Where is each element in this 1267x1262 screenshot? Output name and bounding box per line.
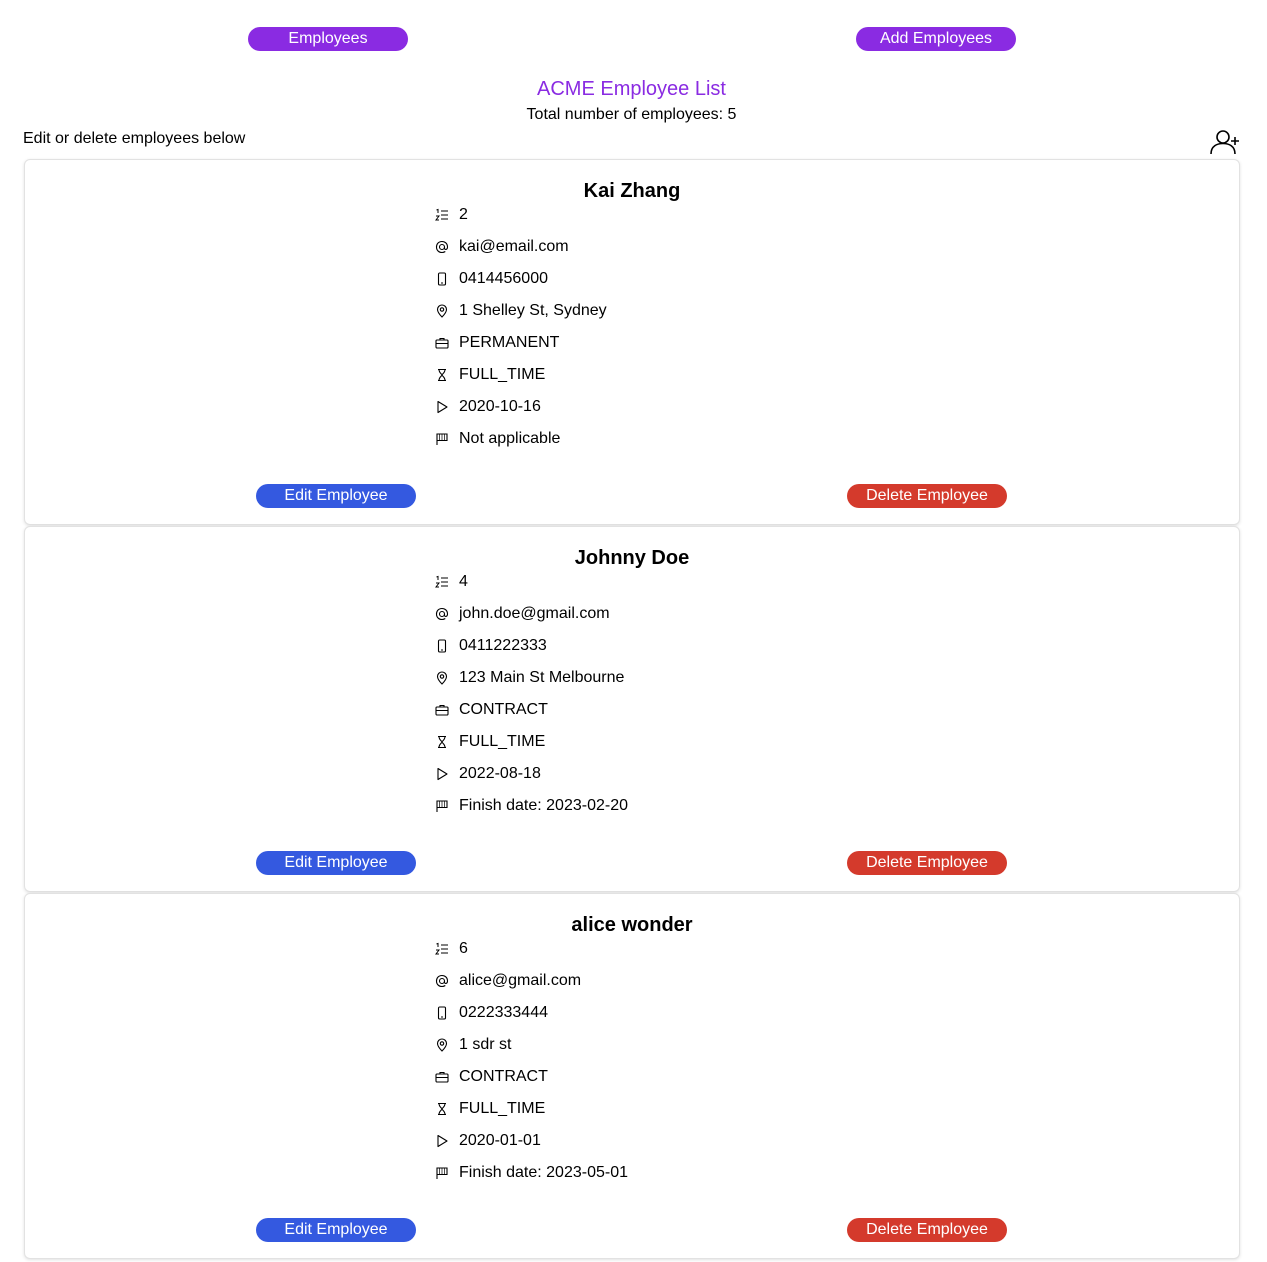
employee-address: 123 Main St Melbourne [459,669,625,686]
employee-details: 2 kai@email.com 0414456000 1 Shelley St,… [435,205,607,461]
employee-hours: FULL_TIME [459,733,546,750]
briefcase-icon [435,1070,449,1084]
instructions-text: Edit or delete employees below [23,130,246,147]
map-pin-icon [435,671,449,685]
employee-address-row: 1 Shelley St, Sydney [435,295,607,327]
hourglass-icon [435,735,449,749]
employee-email: john.doe@gmail.com [459,605,610,622]
employee-start-row: 2022-08-18 [435,758,628,790]
employee-email: kai@email.com [459,238,569,255]
employee-finish-date: Finish date: 2023-02-20 [459,797,628,814]
employee-finish-date: Not applicable [459,430,561,447]
edit-employee-button[interactable]: Edit Employee [256,484,416,508]
mobile-phone-icon [435,272,449,286]
employee-card: alice wonder 6 alice@gmail.com 022233344… [24,893,1240,1259]
employee-card: Johnny Doe 4 john.doe@gmail.com 04112223… [24,526,1240,892]
employee-finish-row: Finish date: 2023-05-01 [435,1157,628,1189]
employee-name: Kai Zhang [583,180,681,202]
employee-phone: 0414456000 [459,270,548,287]
employee-id: 4 [459,573,468,590]
employee-address-row: 1 sdr st [435,1029,628,1061]
employee-start-date: 2020-10-16 [459,398,541,415]
employee-start-date: 2022-08-18 [459,765,541,782]
map-pin-icon [435,1038,449,1052]
flag-icon [435,799,449,813]
delete-employee-button[interactable]: Delete Employee [847,851,1007,875]
play-icon [435,400,449,414]
employee-phone: 0222333444 [459,1004,548,1021]
hourglass-icon [435,368,449,382]
map-pin-icon [435,304,449,318]
employee-email-row: john.doe@gmail.com [435,598,628,630]
employee-finish-date: Finish date: 2023-05-01 [459,1164,628,1181]
employee-phone: 0411222333 [459,637,547,654]
hourglass-icon [435,1102,449,1116]
employee-start-row: 2020-01-01 [435,1125,628,1157]
employee-hours-row: FULL_TIME [435,359,607,391]
briefcase-icon [435,703,449,717]
mobile-phone-icon [435,639,449,653]
employee-card: Kai Zhang 2 kai@email.com 0414456000 1 S… [24,159,1240,525]
page-title: ACME Employee List [537,78,726,100]
employee-details: 6 alice@gmail.com 0222333444 1 sdr st CO… [435,939,628,1195]
employee-phone-row: 0414456000 [435,263,607,295]
employee-name: Johnny Doe [574,547,690,569]
delete-employee-button[interactable]: Delete Employee [847,484,1007,508]
employee-card-list: Kai Zhang 2 kai@email.com 0414456000 1 S… [24,159,1240,1260]
employee-hours: FULL_TIME [459,1100,546,1117]
employee-id-row: 4 [435,566,628,598]
employee-hours-row: FULL_TIME [435,726,628,758]
employee-email-row: kai@email.com [435,231,607,263]
employee-address: 1 sdr st [459,1036,512,1053]
employee-finish-row: Not applicable [435,423,607,455]
employee-contract: PERMANENT [459,334,560,351]
at-sign-icon [435,607,449,621]
employees-nav-button[interactable]: Employees [248,27,408,51]
edit-employee-button[interactable]: Edit Employee [256,1218,416,1242]
mobile-phone-icon [435,1006,449,1020]
employee-contract-row: PERMANENT [435,327,607,359]
user-plus-icon[interactable] [1208,128,1242,156]
employee-contract: CONTRACT [459,701,548,718]
at-sign-icon [435,974,449,988]
employee-finish-row: Finish date: 2023-02-20 [435,790,628,822]
delete-employee-button[interactable]: Delete Employee [847,1218,1007,1242]
employee-contract: CONTRACT [459,1068,548,1085]
employee-id-row: 6 [435,933,628,965]
employee-email: alice@gmail.com [459,972,582,989]
employee-start-date: 2020-01-01 [459,1132,541,1149]
employee-email-row: alice@gmail.com [435,965,628,997]
employee-details: 4 john.doe@gmail.com 0411222333 123 Main… [435,572,628,828]
briefcase-icon [435,336,449,350]
edit-employee-button[interactable]: Edit Employee [256,851,416,875]
employee-contract-row: CONTRACT [435,694,628,726]
employee-hours: FULL_TIME [459,366,546,383]
flag-icon [435,1166,449,1180]
employee-address: 1 Shelley St, Sydney [459,302,607,319]
at-sign-icon [435,240,449,254]
flag-icon [435,432,449,446]
add-employees-nav-button[interactable]: Add Employees [856,27,1016,51]
employee-id: 2 [459,206,468,223]
employee-address-row: 123 Main St Melbourne [435,662,628,694]
numbered-list-icon [435,208,449,222]
employee-contract-row: CONTRACT [435,1061,628,1093]
employee-phone-row: 0222333444 [435,997,628,1029]
employee-hours-row: FULL_TIME [435,1093,628,1125]
employee-id-row: 2 [435,199,607,231]
employee-phone-row: 0411222333 [435,630,628,662]
numbered-list-icon [435,575,449,589]
play-icon [435,767,449,781]
numbered-list-icon [435,942,449,956]
employee-start-row: 2020-10-16 [435,391,607,423]
employee-count: Total number of employees: 5 [526,106,737,123]
employee-id: 6 [459,940,468,957]
employee-name: alice wonder [571,914,693,936]
play-icon [435,1134,449,1148]
